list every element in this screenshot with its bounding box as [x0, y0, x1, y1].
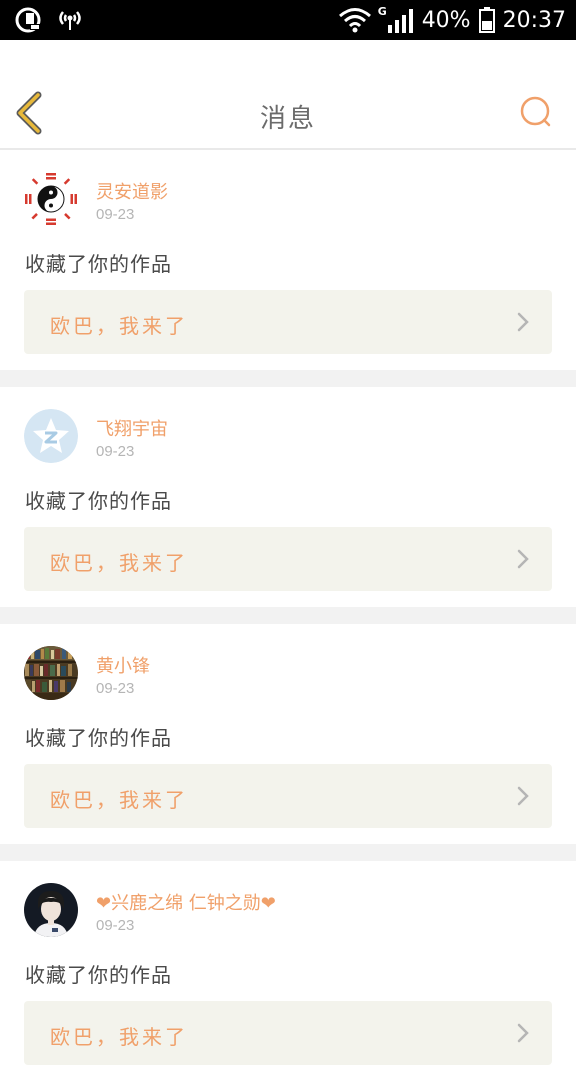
usb-debug-icon [15, 7, 41, 33]
timestamp: 09-23 [96, 206, 135, 223]
avatar[interactable] [24, 883, 78, 937]
cell-signal: G [377, 5, 414, 35]
qzone-star-avatar [24, 409, 78, 463]
notification-card: 黄小锋 09-23 收藏了你的作品 欧巴，我来了 [0, 624, 576, 844]
app-header: 消息 [0, 40, 576, 150]
search-button[interactable] [518, 94, 554, 130]
notification-card: 灵安道影 09-23 收藏了你的作品 欧巴，我来了 [0, 150, 576, 370]
work-title: 欧巴，我来了 [50, 551, 188, 575]
battery-percent: 40% [421, 7, 471, 33]
status-icons-left [14, 6, 84, 34]
battery-icon [478, 7, 495, 33]
search-icon [520, 96, 551, 127]
yin-yang-bagua-avatar [24, 172, 78, 226]
work-title: 欧巴，我来了 [50, 788, 188, 812]
username[interactable]: 黄小锋 [96, 652, 150, 678]
work-link[interactable]: 欧巴，我来了 [24, 527, 552, 591]
divider [0, 607, 576, 624]
username[interactable]: ❤兴鹿之绵 仁钟之勋❤ [96, 889, 276, 915]
notification-list: 灵安道影 09-23 收藏了你的作品 欧巴，我来了 飞翔宇宙 09-23 收藏了… [0, 150, 576, 1081]
avatar[interactable] [24, 646, 78, 700]
avatar[interactable] [24, 172, 78, 226]
page-title: 消息 [259, 104, 316, 134]
work-title: 欧巴，我来了 [50, 1025, 188, 1049]
work-title: 欧巴，我来了 [50, 314, 188, 338]
clock: 20:37 [502, 7, 566, 33]
username[interactable]: 灵安道影 [96, 178, 168, 204]
wifi-icon [338, 8, 371, 33]
work-link[interactable]: 欧巴，我来了 [24, 1001, 552, 1065]
person-photo-avatar [24, 883, 78, 937]
status-icons-right: G 40% 20:37 [338, 0, 566, 40]
notification-card: 飞翔宇宙 09-23 收藏了你的作品 欧巴，我来了 [0, 387, 576, 607]
timestamp: 09-23 [96, 917, 135, 934]
notification-card: ❤兴鹿之绵 仁钟之勋❤ 09-23 收藏了你的作品 欧巴，我来了 [0, 861, 576, 1081]
network-type-label: G [377, 5, 387, 18]
timestamp: 09-23 [96, 443, 135, 460]
work-link[interactable]: 欧巴，我来了 [24, 764, 552, 828]
chevron-right-icon [517, 1023, 529, 1043]
wifi-hotspot-icon [59, 11, 81, 30]
action-text: 收藏了你的作品 [25, 726, 172, 750]
chevron-right-icon [517, 549, 529, 569]
chevron-right-icon [517, 312, 529, 332]
divider [0, 844, 576, 861]
avatar[interactable] [24, 409, 78, 463]
divider [0, 370, 576, 387]
work-link[interactable]: 欧巴，我来了 [24, 290, 552, 354]
timestamp: 09-23 [96, 680, 135, 697]
action-text: 收藏了你的作品 [25, 963, 172, 987]
status-bar: G 40% 20:37 [0, 0, 576, 40]
action-text: 收藏了你的作品 [25, 489, 172, 513]
username[interactable]: 飞翔宇宙 [96, 415, 168, 441]
chevron-right-icon [517, 786, 529, 806]
action-text: 收藏了你的作品 [25, 252, 172, 276]
signal-bars-icon [387, 9, 413, 33]
bookshelf-photo-avatar [24, 646, 78, 700]
